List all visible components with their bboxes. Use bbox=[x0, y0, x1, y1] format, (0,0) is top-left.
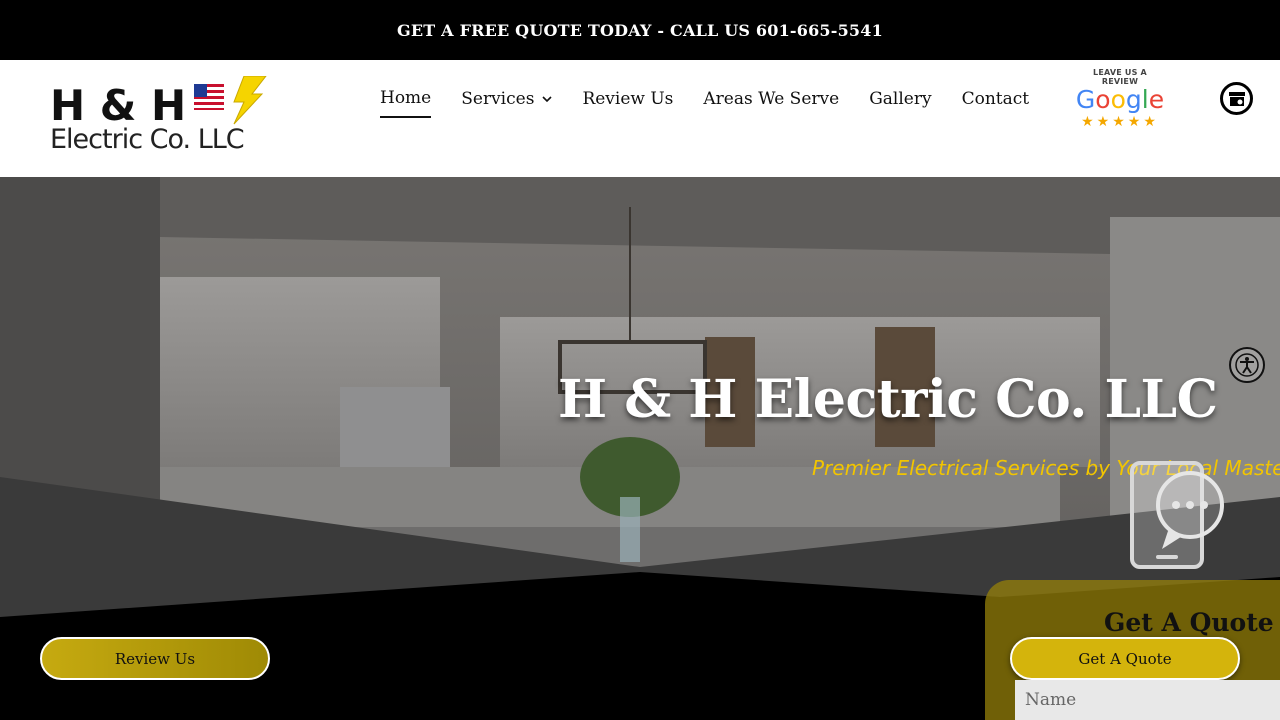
nav-item-gallery[interactable]: Gallery bbox=[869, 88, 931, 118]
rating-stars: ★★★★★ bbox=[1081, 114, 1159, 130]
logo-text-hh: H & H bbox=[50, 81, 186, 130]
nav-item-services[interactable]: Services bbox=[461, 88, 553, 118]
chat-phone-icon[interactable] bbox=[1128, 459, 1228, 571]
nav-item-contact[interactable]: Contact bbox=[962, 88, 1030, 118]
nav-item-label: Review Us bbox=[582, 89, 674, 109]
nav-item-areas-we-serve[interactable]: Areas We Serve bbox=[703, 88, 839, 118]
quote-form-heading: Get A Quote bbox=[1104, 608, 1274, 637]
nav-item-label: Home bbox=[380, 88, 432, 108]
nav-item-label: Services bbox=[461, 89, 535, 109]
review-us-button[interactable]: Review Us bbox=[40, 637, 270, 680]
nav-item-review-us[interactable]: Review Us bbox=[582, 88, 673, 118]
company-logo[interactable]: H & H Electric Co. LLC bbox=[48, 75, 270, 155]
nav-item-label: Contact bbox=[961, 89, 1030, 109]
review-badge-caption: LEAVE US A REVIEW bbox=[1093, 68, 1147, 86]
logo-text-company: Electric Co. LLC bbox=[50, 124, 244, 154]
google-logo: Google bbox=[1075, 85, 1165, 114]
hero-title: H & H Electric Co. LLC bbox=[558, 369, 1218, 430]
chevron-down-icon bbox=[542, 96, 553, 103]
lightning-bolt-icon bbox=[233, 75, 268, 125]
us-flag-icon bbox=[194, 84, 224, 110]
site-header: H & H Electric Co. LLC Home Services Rev… bbox=[0, 60, 1280, 177]
top-announcement-bar: GET A FREE QUOTE TODAY - CALL US 601-665… bbox=[0, 0, 1280, 60]
topbar-text[interactable]: GET A FREE QUOTE TODAY - CALL US 601-665… bbox=[397, 21, 883, 40]
google-review-badge[interactable]: LEAVE US A REVIEW Google ★★★★★ bbox=[1074, 68, 1166, 130]
name-field[interactable] bbox=[1015, 680, 1280, 720]
main-navigation: Home Services Review Us Areas We Serve G… bbox=[380, 88, 1029, 118]
google-business-icon[interactable] bbox=[1220, 82, 1253, 115]
accessibility-icon[interactable] bbox=[1229, 347, 1265, 383]
get-a-quote-button[interactable]: Get A Quote bbox=[1010, 637, 1240, 680]
nav-item-label: Areas We Serve bbox=[703, 89, 840, 109]
nav-item-home[interactable]: Home bbox=[380, 88, 432, 118]
nav-item-label: Gallery bbox=[869, 89, 932, 109]
